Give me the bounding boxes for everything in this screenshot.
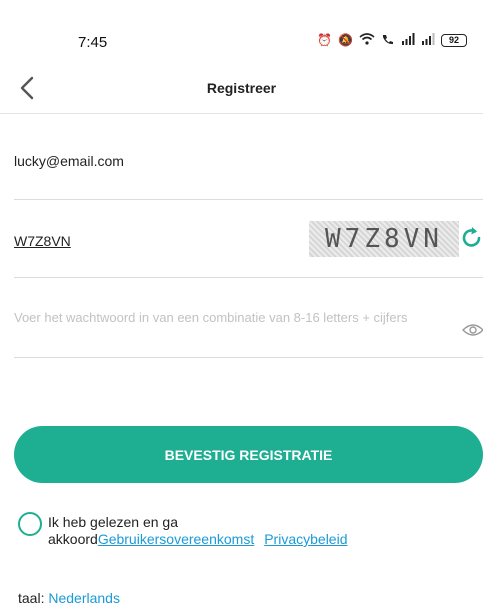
password-input[interactable] xyxy=(14,310,460,325)
privacy-link[interactable]: Privacybeleid xyxy=(264,531,347,547)
signal-icon xyxy=(401,33,415,47)
password-field[interactable] xyxy=(14,278,483,358)
wifi-icon xyxy=(359,33,375,47)
captcha-image[interactable]: W7Z8VN xyxy=(309,221,459,257)
agree-checkbox[interactable] xyxy=(18,512,42,536)
agreement-line1: Ik heb gelezen en ga xyxy=(48,514,178,530)
mute-icon: 🔕 xyxy=(338,33,353,47)
agreement-prefix: akkoord xyxy=(48,531,98,547)
confirm-registration-button[interactable]: BEVESTIG REGISTRATIE xyxy=(14,426,483,483)
refresh-icon[interactable] xyxy=(460,224,483,252)
agreement-row: Ik heb gelezen en ga akkoordGebruikersov… xyxy=(18,510,478,554)
status-icons: ⏰ 🔕 92 xyxy=(317,33,467,47)
language-row: taal: Nederlands xyxy=(18,590,120,604)
terms-link[interactable]: Gebruikersovereenkomst xyxy=(98,531,254,547)
captcha-input[interactable]: W7Z8VN xyxy=(14,233,71,249)
language-label: taal: xyxy=(18,590,45,604)
captcha-field[interactable]: W7Z8VN W7Z8VN xyxy=(14,200,483,278)
alarm-icon: ⏰ xyxy=(317,33,333,47)
header: Registreer xyxy=(0,62,483,114)
page-title: Registreer xyxy=(206,80,277,96)
status-time: 7:45 xyxy=(78,34,108,51)
eye-icon[interactable] xyxy=(462,322,483,338)
signal-icon-2 xyxy=(421,33,435,47)
call-signal-icon xyxy=(381,33,395,47)
battery-icon: 92 xyxy=(441,33,467,47)
email-field[interactable]: lucky@email.com xyxy=(14,118,483,200)
email-value[interactable]: lucky@email.com xyxy=(14,153,124,169)
language-selector[interactable]: Nederlands xyxy=(48,590,120,604)
agreement-text: Ik heb gelezen en ga akkoordGebruikersov… xyxy=(48,514,347,548)
